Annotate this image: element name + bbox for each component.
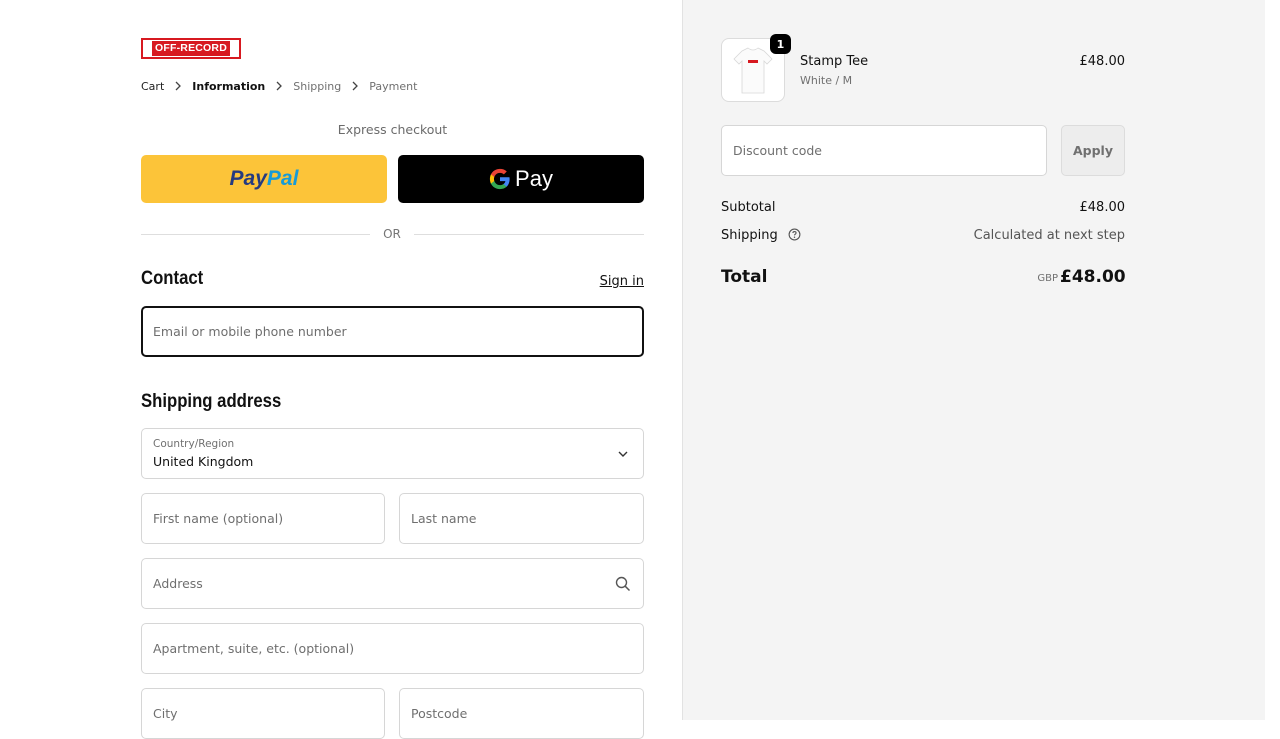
brand-logo[interactable]: OFF-RECORD (141, 38, 241, 59)
total-currency: GBP (1037, 273, 1058, 284)
apartment-placeholder: Apartment, suite, etc. (optional) (153, 641, 355, 656)
chevron-right-icon (276, 81, 283, 91)
first-name-placeholder: First name (optional) (153, 511, 284, 526)
postcode-field[interactable]: Postcode (399, 688, 644, 739)
country-label: Country/Region (153, 438, 235, 450)
total-value: £48.00 (1060, 267, 1126, 287)
divider-left (141, 234, 370, 235)
last-name-field[interactable]: Last name (399, 493, 644, 544)
breadcrumb-shipping: Shipping (293, 79, 342, 93)
discount-placeholder: Discount code (733, 143, 822, 158)
scrollbar[interactable] (1265, 0, 1280, 720)
google-pay-button[interactable]: Pay (398, 155, 644, 203)
address-field[interactable]: Address (141, 558, 644, 609)
checkout-main: OFF-RECORD Cart Information Shipping Pay… (0, 0, 682, 739)
quantity-badge: 1 (770, 34, 791, 54)
order-summary (682, 0, 1266, 720)
express-checkout-title: Express checkout (337, 122, 448, 137)
shipping-value: Calculated at next step (973, 228, 1125, 243)
city-placeholder: City (153, 706, 178, 721)
product-price: £48.00 (1079, 54, 1126, 69)
breadcrumb-payment: Payment (369, 79, 418, 93)
search-icon[interactable] (615, 576, 631, 592)
country-select[interactable]: Country/Region United Kingdom (141, 428, 644, 479)
discount-code-field[interactable]: Discount code (721, 125, 1047, 176)
chevron-down-icon (618, 451, 628, 457)
apply-discount-button[interactable]: Apply (1061, 125, 1125, 176)
breadcrumb-cart[interactable]: Cart (141, 80, 164, 93)
contact-heading: Contact (141, 268, 204, 289)
country-value: United Kingdom (153, 454, 254, 469)
breadcrumb: Cart Information Shipping Payment (141, 78, 417, 94)
google-g-icon (489, 168, 510, 190)
postcode-placeholder: Postcode (411, 706, 468, 721)
email-placeholder: Email or mobile phone number (153, 324, 347, 339)
email-field[interactable]: Email or mobile phone number (141, 306, 644, 357)
shipping-address-heading: Shipping address (141, 391, 282, 412)
first-name-field[interactable]: First name (optional) (141, 493, 385, 544)
shipping-row: Shipping (721, 228, 801, 243)
paypal-button[interactable]: Pay Pal (141, 155, 387, 203)
product-variant: White / M (800, 74, 853, 87)
subtotal-value: £48.00 (1079, 200, 1126, 215)
address-placeholder: Address (153, 576, 203, 591)
city-field[interactable]: City (141, 688, 385, 739)
paypal-logo-part1: Pay (229, 167, 267, 190)
google-pay-label: Pay (515, 166, 553, 191)
shipping-label: Shipping (721, 228, 778, 243)
sign-in-link[interactable]: Sign in (560, 274, 644, 289)
breadcrumb-information: Information (192, 79, 266, 93)
apartment-field[interactable]: Apartment, suite, etc. (optional) (141, 623, 644, 674)
brand-logo-text: OFF-RECORD (152, 41, 230, 56)
paypal-logo-part2: Pal (266, 167, 299, 190)
product-name: Stamp Tee (800, 54, 869, 69)
divider-right (414, 234, 644, 235)
last-name-placeholder: Last name (411, 511, 477, 526)
or-divider-label: OR (383, 227, 401, 241)
subtotal-label: Subtotal (721, 200, 776, 215)
chevron-right-icon (175, 81, 182, 91)
total-label: Total (721, 267, 768, 287)
help-icon[interactable] (788, 228, 801, 241)
chevron-right-icon (352, 81, 359, 91)
